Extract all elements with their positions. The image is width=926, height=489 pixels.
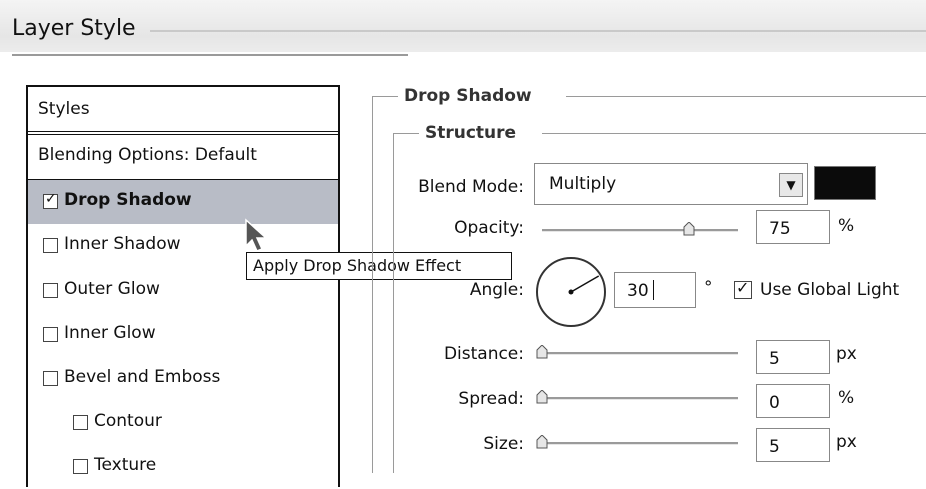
title-bar bbox=[0, 0, 926, 52]
styles-list-panel: Styles Blending Options: Default ✓ Drop … bbox=[26, 85, 340, 487]
opacity-label: Opacity: bbox=[454, 218, 524, 238]
size-value: 5 bbox=[769, 437, 780, 457]
inner-shadow-checkbox[interactable] bbox=[43, 238, 58, 253]
drop-shadow-item[interactable]: ✓ Drop Shadow bbox=[28, 180, 338, 224]
bevel-emboss-checkbox[interactable] bbox=[43, 371, 58, 386]
texture-item[interactable]: Texture bbox=[28, 445, 338, 489]
bevel-emboss-item[interactable]: Bevel and Emboss bbox=[28, 357, 338, 401]
distance-slider-thumb[interactable] bbox=[535, 345, 549, 359]
blending-options-label: Blending Options: Default bbox=[38, 145, 257, 165]
shadow-color-swatch[interactable] bbox=[814, 166, 876, 200]
angle-label: Angle: bbox=[469, 280, 524, 300]
contour-label: Contour bbox=[94, 411, 162, 431]
drop-shadow-group-line-right bbox=[566, 96, 926, 97]
drop-shadow-group-border bbox=[372, 96, 373, 473]
inner-glow-checkbox[interactable] bbox=[43, 327, 58, 342]
distance-label: Distance: bbox=[443, 344, 524, 364]
opacity-slider-thumb[interactable] bbox=[682, 222, 696, 236]
structure-group-line-right bbox=[542, 133, 926, 134]
spread-unit: % bbox=[838, 388, 855, 408]
size-unit: px bbox=[836, 432, 857, 452]
structure-group-border bbox=[393, 133, 394, 473]
size-slider[interactable] bbox=[542, 442, 738, 445]
drop-shadow-checkbox[interactable]: ✓ bbox=[43, 191, 58, 209]
drop-shadow-label: Drop Shadow bbox=[64, 190, 192, 210]
opacity-value: 75 bbox=[769, 219, 791, 239]
use-global-light-checkbox[interactable]: ✓ bbox=[734, 278, 752, 299]
distance-slider[interactable] bbox=[542, 352, 738, 355]
outer-glow-label: Outer Glow bbox=[64, 279, 160, 299]
blend-mode-select[interactable]: Multiply ▼ bbox=[534, 163, 808, 205]
spread-input[interactable]: 0 bbox=[756, 384, 830, 418]
outer-glow-checkbox[interactable] bbox=[43, 283, 58, 298]
chevron-down-icon[interactable]: ▼ bbox=[779, 173, 803, 197]
blending-options-item[interactable]: Blending Options: Default bbox=[28, 135, 338, 180]
size-slider-thumb[interactable] bbox=[535, 435, 549, 449]
drop-shadow-group-line-left bbox=[372, 96, 398, 97]
spread-value: 0 bbox=[769, 393, 780, 413]
title-divider bbox=[150, 30, 926, 32]
header-separator bbox=[12, 54, 408, 56]
contour-checkbox[interactable] bbox=[73, 415, 88, 430]
distance-value: 5 bbox=[769, 349, 780, 369]
tooltip: Apply Drop Shadow Effect bbox=[246, 252, 512, 280]
styles-header-label: Styles bbox=[38, 99, 90, 119]
mouse-cursor-icon bbox=[245, 218, 268, 252]
tooltip-text: Apply Drop Shadow Effect bbox=[253, 256, 462, 275]
inner-glow-label: Inner Glow bbox=[64, 323, 156, 343]
contour-item[interactable]: Contour bbox=[28, 401, 338, 445]
spread-slider-thumb[interactable] bbox=[535, 390, 549, 404]
structure-group-line-left bbox=[393, 133, 419, 134]
spread-label: Spread: bbox=[458, 389, 524, 409]
spread-slider[interactable] bbox=[542, 397, 738, 400]
text-caret bbox=[653, 280, 654, 300]
opacity-slider[interactable] bbox=[542, 229, 738, 232]
opacity-unit: % bbox=[838, 216, 855, 236]
blend-mode-value: Multiply bbox=[549, 174, 617, 194]
angle-dial[interactable] bbox=[534, 255, 608, 329]
angle-unit: ° bbox=[704, 278, 713, 298]
structure-title: Structure bbox=[425, 123, 517, 143]
checkmark-icon: ✓ bbox=[45, 191, 57, 207]
window-title: Layer Style bbox=[12, 16, 136, 41]
distance-unit: px bbox=[836, 344, 857, 364]
angle-input[interactable]: 30 bbox=[614, 272, 696, 308]
texture-label: Texture bbox=[94, 455, 157, 475]
size-label: Size: bbox=[483, 434, 524, 454]
drop-shadow-title: Drop Shadow bbox=[404, 86, 532, 106]
texture-checkbox[interactable] bbox=[73, 459, 88, 474]
bevel-emboss-label: Bevel and Emboss bbox=[64, 367, 221, 387]
opacity-input[interactable]: 75 bbox=[756, 210, 830, 244]
checkmark-icon: ✓ bbox=[736, 278, 750, 297]
size-input[interactable]: 5 bbox=[756, 428, 830, 462]
inner-glow-item[interactable]: Inner Glow bbox=[28, 313, 338, 357]
angle-value: 30 bbox=[627, 281, 649, 301]
blend-mode-label: Blend Mode: bbox=[418, 177, 524, 197]
inner-shadow-label: Inner Shadow bbox=[64, 234, 181, 254]
use-global-light-label: Use Global Light bbox=[760, 280, 900, 300]
styles-header[interactable]: Styles bbox=[28, 87, 338, 135]
distance-input[interactable]: 5 bbox=[756, 340, 830, 374]
